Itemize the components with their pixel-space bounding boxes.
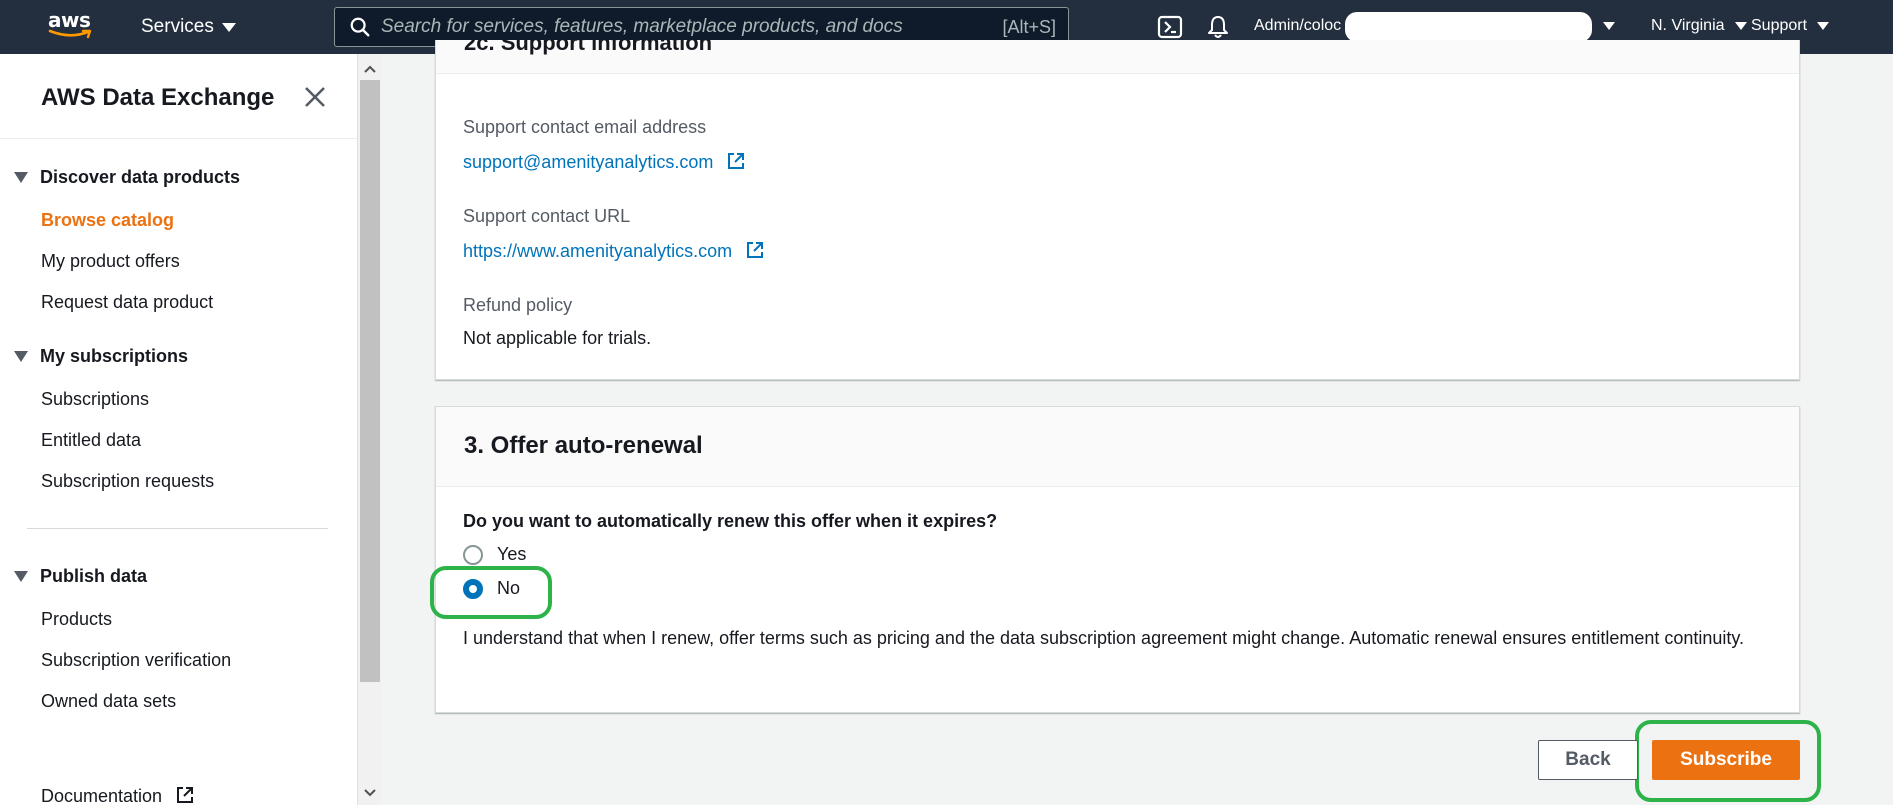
sidebar-section-subscriptions[interactable]: My subscriptions bbox=[14, 346, 188, 367]
offer-auto-renewal-panel: 3. Offer auto-renewal bbox=[435, 406, 1800, 713]
support-information-header: 2c. Support information bbox=[436, 40, 1799, 74]
sidebar-section-label: My subscriptions bbox=[40, 346, 189, 366]
offer-auto-renewal-heading: 3. Offer auto-renewal bbox=[464, 432, 703, 459]
sidebar-item-products[interactable]: Products bbox=[41, 609, 112, 630]
sidebar-separator bbox=[27, 528, 328, 529]
search-input[interactable] bbox=[381, 16, 1003, 38]
sidebar-item-subscriptions[interactable]: Subscriptions bbox=[41, 389, 149, 410]
back-button[interactable]: Back bbox=[1538, 740, 1638, 780]
support-url-value: https://www.amenityanalytics.com bbox=[463, 241, 733, 261]
support-email-label: Support contact email address bbox=[463, 117, 707, 137]
account-menu[interactable]: Admin/coloc bbox=[1254, 17, 1341, 35]
refund-policy-label: Refund policy bbox=[463, 295, 573, 315]
aws-logo-text: aws bbox=[48, 8, 91, 32]
sidebar-item-subscription-requests[interactable]: Subscription requests bbox=[41, 471, 214, 492]
sidebar-item-subscription-verification[interactable]: Subscription verification bbox=[41, 650, 231, 671]
sidebar-item-browse-catalog[interactable]: Browse catalog bbox=[41, 210, 174, 231]
sidebar-item-entitled-data[interactable]: Entitled data bbox=[41, 430, 141, 451]
radio-yes-label: Yes bbox=[497, 544, 527, 564]
collapse-triangle-icon bbox=[14, 172, 28, 183]
sidebar-item-request-data-product[interactable]: Request data product bbox=[41, 292, 213, 313]
caret-down-icon bbox=[1817, 22, 1830, 30]
collapse-triangle-icon bbox=[14, 351, 28, 362]
search-shortcut: [Alt+S] bbox=[1002, 16, 1056, 37]
sidebar-divider bbox=[0, 138, 357, 139]
services-menu[interactable]: Services bbox=[141, 16, 236, 38]
external-link-icon bbox=[177, 787, 194, 803]
aws-logo[interactable]: aws bbox=[48, 10, 96, 44]
caret-down-icon bbox=[1734, 22, 1747, 30]
sidebar-section-publish[interactable]: Publish data bbox=[14, 566, 147, 587]
sidebar-scrollbar-thumb[interactable] bbox=[360, 80, 380, 682]
sidebar-item-documentation[interactable]: Documentation bbox=[41, 785, 195, 805]
support-label: Support bbox=[1751, 17, 1808, 34]
bell-icon[interactable] bbox=[1205, 14, 1231, 40]
external-link-icon bbox=[747, 242, 764, 258]
support-email-link[interactable]: support@amenityanalytics.com bbox=[463, 151, 746, 173]
redacted-account-name bbox=[1345, 12, 1592, 42]
services-label: Services bbox=[141, 16, 214, 37]
radio-no-label: No bbox=[497, 578, 521, 598]
collapse-triangle-icon bbox=[14, 571, 28, 582]
cloudshell-icon[interactable] bbox=[1157, 14, 1183, 40]
scroll-down-icon[interactable] bbox=[363, 786, 377, 800]
sidebar-item-owned-data-sets[interactable]: Owned data sets bbox=[41, 691, 176, 712]
radio-yes[interactable]: Yes bbox=[463, 544, 526, 565]
support-url-label: Support contact URL bbox=[463, 206, 631, 226]
region-menu[interactable]: N. Virginia bbox=[1651, 17, 1747, 35]
sidebar-section-label: Discover data products bbox=[40, 167, 241, 187]
search-icon bbox=[350, 17, 370, 37]
documentation-label: Documentation bbox=[41, 786, 163, 805]
offer-auto-renewal-header: 3. Offer auto-renewal bbox=[436, 407, 1799, 487]
scroll-up-icon[interactable] bbox=[363, 62, 377, 76]
close-icon[interactable] bbox=[302, 84, 328, 110]
sidebar-title: AWS Data Exchange bbox=[41, 84, 275, 111]
refund-policy-value: Not applicable for trials. bbox=[463, 328, 652, 348]
region-label: N. Virginia bbox=[1651, 17, 1725, 34]
caret-down-icon bbox=[221, 22, 236, 32]
sidebar-section-discover[interactable]: Discover data products bbox=[14, 167, 240, 188]
auto-renew-question: Do you want to automatically renew this … bbox=[463, 511, 998, 531]
support-information-heading: 2c. Support information bbox=[464, 40, 713, 55]
external-link-icon bbox=[728, 153, 745, 169]
sidebar-item-my-product-offers[interactable]: My product offers bbox=[41, 251, 180, 272]
radio-no-circle[interactable] bbox=[463, 578, 483, 599]
account-caret-icon[interactable] bbox=[1603, 22, 1615, 30]
radio-yes-circle[interactable] bbox=[463, 544, 483, 565]
support-email-value: support@amenityanalytics.com bbox=[463, 152, 714, 172]
radio-no[interactable]: No bbox=[463, 578, 520, 599]
support-url-link[interactable]: https://www.amenityanalytics.com bbox=[463, 240, 765, 262]
support-menu[interactable]: Support bbox=[1751, 17, 1830, 35]
sidebar-section-label: Publish data bbox=[40, 566, 148, 586]
auto-renew-note: I understand that when I renew, offer te… bbox=[463, 628, 1745, 648]
subscribe-button[interactable]: Subscribe bbox=[1652, 740, 1800, 780]
